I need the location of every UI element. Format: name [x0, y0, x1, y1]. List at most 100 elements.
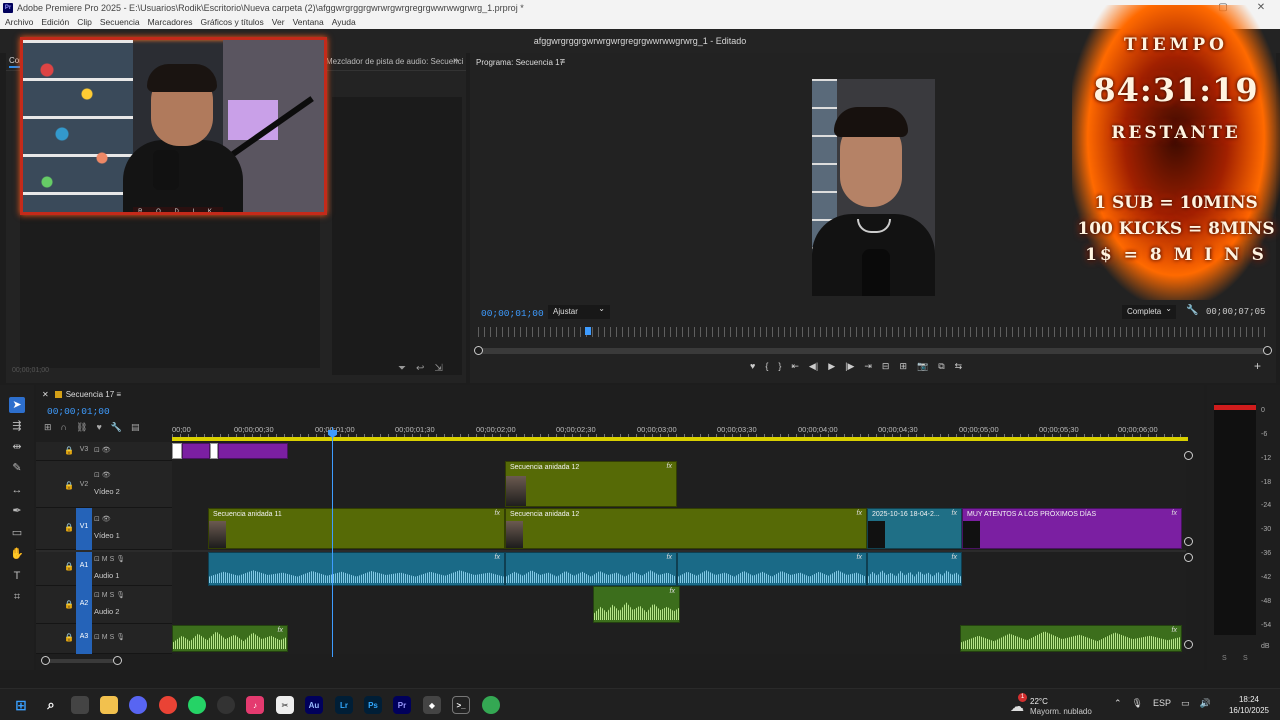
- audio-scroll-knob[interactable]: [1184, 553, 1193, 562]
- play-icon[interactable]: ▶: [828, 361, 835, 372]
- scroll-handle-left[interactable]: [474, 346, 483, 355]
- source-patch-v1[interactable]: V1: [76, 508, 92, 550]
- visibility-eye-icon[interactable]: ⊡ 👁: [94, 471, 111, 479]
- v1-clip-4[interactable]: MUY ATENTOS A LOS PRÓXIMOS DÍAS fx: [962, 508, 1182, 549]
- weather-widget[interactable]: ☁ 1 22°C Mayorm. nublado: [1010, 693, 1110, 717]
- work-area-bar[interactable]: [172, 437, 1188, 441]
- scroll-handle-right[interactable]: [1263, 346, 1272, 355]
- comparison-view-icon[interactable]: ⧉: [938, 361, 944, 372]
- snap-icon[interactable]: ∩: [61, 422, 67, 433]
- a1-clip-3[interactable]: fx: [677, 552, 867, 586]
- mute-solo-mic-icons[interactable]: ⊡ M S 🎙: [94, 633, 125, 641]
- export-icon[interactable]: ⇲: [434, 363, 442, 374]
- a1-clip-1[interactable]: fx: [208, 552, 505, 586]
- lock-icon[interactable]: 🔒: [64, 562, 74, 571]
- a1-clip-2[interactable]: fx: [505, 552, 677, 586]
- export-frame-icon[interactable]: 📷: [917, 361, 928, 372]
- photoshop-icon[interactable]: Ps: [364, 696, 382, 714]
- button-editor-plus-icon[interactable]: +: [1254, 359, 1261, 373]
- v3-clip-purple-2[interactable]: [218, 443, 288, 459]
- taskbar-clock[interactable]: 18:24 16/10/2025: [1222, 694, 1276, 716]
- microphone-icon[interactable]: 🎙: [1132, 698, 1143, 709]
- hand-tool-icon[interactable]: ✋: [9, 546, 25, 562]
- capcut-icon[interactable]: ✂: [276, 696, 294, 714]
- v3-clip-purple-1[interactable]: [182, 443, 210, 459]
- video-scroll-knob[interactable]: [1184, 451, 1193, 460]
- track-id-v3[interactable]: V3: [76, 446, 92, 453]
- source-patch-a3[interactable]: A3: [76, 624, 92, 654]
- mark-out-icon[interactable]: }: [778, 361, 781, 372]
- menu-ver[interactable]: Ver: [272, 17, 285, 27]
- audio-scroll-knob[interactable]: [1184, 640, 1193, 649]
- menu-ayuda[interactable]: Ayuda: [332, 17, 356, 27]
- menu-clip[interactable]: Clip: [77, 17, 92, 27]
- search-icon[interactable]: ⌕: [42, 696, 60, 714]
- visibility-eye-icon[interactable]: ⊡ 👁: [94, 446, 111, 454]
- tab-audio-track-mixer[interactable]: Mezclador de pista de audio: Secuenci: [326, 57, 463, 66]
- lightroom-icon[interactable]: Lr: [335, 696, 353, 714]
- mark-in-icon[interactable]: {: [765, 361, 768, 372]
- step-back-icon[interactable]: ◀|: [809, 361, 818, 372]
- go-to-icon[interactable]: ↩: [416, 363, 424, 374]
- source-patch-a2[interactable]: A2: [76, 586, 92, 624]
- sequence-tab[interactable]: ✕ Secuencia 17 ≡: [42, 390, 121, 399]
- pen-tool-icon[interactable]: ✒: [9, 503, 25, 519]
- windows-start-icon[interactable]: ⊞: [12, 696, 30, 714]
- timeline-settings-icon[interactable]: 🔧: [111, 422, 122, 433]
- v1-clip-1[interactable]: Secuencia anidada 11 fx: [208, 508, 505, 549]
- language-indicator[interactable]: ESP: [1153, 698, 1171, 709]
- volume-icon[interactable]: 🔊: [1200, 698, 1211, 709]
- track-id-v2[interactable]: V2: [76, 481, 92, 488]
- filter-icon[interactable]: ⏷: [398, 363, 406, 374]
- timeline-zoom-scrollbar[interactable]: [41, 656, 122, 665]
- file-explorer-icon[interactable]: [100, 696, 118, 714]
- chrome-canary-icon[interactable]: [482, 696, 500, 714]
- settings-wrench-icon[interactable]: 🔧: [1186, 305, 1198, 316]
- tiktok-icon[interactable]: ♪: [246, 696, 264, 714]
- whatsapp-icon[interactable]: [188, 696, 206, 714]
- linked-selection-icon[interactable]: ⛓: [76, 422, 87, 433]
- discord-icon[interactable]: [129, 696, 147, 714]
- a2-clip[interactable]: fx: [593, 586, 680, 623]
- go-to-in-icon[interactable]: ⇤: [791, 361, 799, 372]
- type-tool-icon[interactable]: T: [9, 568, 25, 584]
- lock-icon[interactable]: 🔒: [64, 446, 74, 455]
- captions-icon[interactable]: ▤: [131, 422, 140, 433]
- solo-right[interactable]: S: [1243, 655, 1248, 662]
- lock-icon[interactable]: 🔒: [64, 633, 74, 642]
- zoom-fit-dropdown[interactable]: Ajustar: [548, 304, 610, 319]
- menu-graficos[interactable]: Gráficos y títulos: [200, 17, 263, 27]
- mute-solo-mic-icons[interactable]: ⊡ M S 🎙: [94, 555, 125, 563]
- program-monitor-tab[interactable]: Programa: Secuencia 17: [476, 58, 564, 67]
- tray-chevron-up-icon[interactable]: ⌃: [1114, 698, 1122, 709]
- v3-clip-white-2[interactable]: [210, 443, 218, 459]
- a3-clip-2[interactable]: fx: [960, 625, 1182, 652]
- menu-ventana[interactable]: Ventana: [293, 17, 324, 27]
- display-icon[interactable]: ▭: [1181, 698, 1190, 709]
- caption-tool-icon[interactable]: ⌗: [9, 589, 25, 605]
- program-timecode[interactable]: 00;00;01;00: [481, 308, 544, 319]
- terminal-icon[interactable]: >_: [452, 696, 470, 714]
- a1-clip-4[interactable]: fx: [867, 552, 962, 586]
- lock-icon[interactable]: 🔒: [64, 523, 74, 532]
- obs-icon[interactable]: [217, 696, 235, 714]
- menu-edicion[interactable]: Edición: [41, 17, 69, 27]
- v2-clip[interactable]: Secuencia anidada 12 fx: [505, 461, 677, 507]
- track-select-tool-icon[interactable]: ⇶: [9, 418, 25, 434]
- lift-icon[interactable]: ⊟: [882, 361, 890, 372]
- selection-tool-icon[interactable]: ➤: [9, 397, 25, 413]
- add-marker-icon[interactable]: ♥: [750, 361, 755, 372]
- toggle-proxies-icon[interactable]: ⇆: [955, 361, 963, 372]
- zoom-handle-right[interactable]: [113, 656, 122, 665]
- audition-icon[interactable]: Au: [305, 696, 323, 714]
- menu-marcadores[interactable]: Marcadores: [148, 17, 193, 27]
- go-to-out-icon[interactable]: ⇥: [864, 361, 872, 372]
- menu-secuencia[interactable]: Secuencia: [100, 17, 140, 27]
- program-playhead[interactable]: [585, 327, 591, 335]
- lock-icon[interactable]: 🔒: [64, 481, 74, 490]
- unity-icon[interactable]: ◆: [423, 696, 441, 714]
- add-marker-timeline-icon[interactable]: ♥: [96, 422, 101, 433]
- chrome-icon[interactable]: [159, 696, 177, 714]
- mute-solo-mic-icons[interactable]: ⊡ M S 🎙: [94, 591, 125, 599]
- slip-tool-icon[interactable]: ↔: [9, 482, 25, 498]
